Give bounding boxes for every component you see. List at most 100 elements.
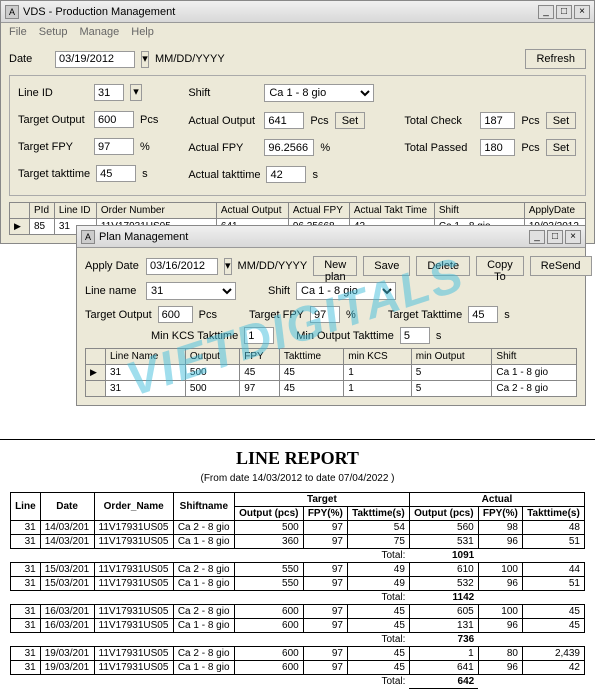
col-afpy[interactable]: Actual FPY xyxy=(288,203,349,219)
unit-s-1: s xyxy=(142,168,148,180)
maximize-button[interactable]: □ xyxy=(556,5,572,19)
actual-takt-input[interactable] xyxy=(266,166,306,183)
plan-target-fpy-label: Target FPY xyxy=(249,309,304,321)
plan-target-output-label: Target Output xyxy=(85,309,152,321)
target-takt-label: Target takttime xyxy=(18,168,90,180)
col-shift[interactable]: Shift xyxy=(434,203,524,219)
col-date[interactable]: ApplyDate xyxy=(524,203,585,219)
menu-help[interactable]: Help xyxy=(131,26,154,38)
resend-button[interactable]: ReSend xyxy=(530,256,592,276)
date-input[interactable] xyxy=(55,51,135,68)
report-section: LINE REPORT (From date 14/03/2012 to dat… xyxy=(0,439,595,693)
total-passed-input[interactable] xyxy=(480,139,515,156)
table-row: 3119/03/20111V17931US05Ca 2 - 8 gio60097… xyxy=(11,647,585,661)
close-button[interactable]: × xyxy=(574,5,590,19)
total-check-input[interactable] xyxy=(480,112,515,129)
date-dropdown-icon[interactable]: ▾ xyxy=(141,51,149,68)
plan-minimize-button[interactable]: _ xyxy=(529,230,545,244)
rcol-order: Order_Name xyxy=(94,493,173,521)
copy-to-button[interactable]: Copy To xyxy=(476,256,524,276)
table-row[interactable]: 31500974515Ca 2 - 8 gio xyxy=(86,381,577,397)
apply-date-input[interactable] xyxy=(146,258,218,275)
delete-button[interactable]: Delete xyxy=(416,256,470,276)
menu-file[interactable]: File xyxy=(9,26,27,38)
pcol-name[interactable]: Line Name xyxy=(106,349,186,365)
table-row: 3114/03/20111V17931US05Ca 2 - 8 gio50097… xyxy=(11,521,585,535)
actual-output-label: Actual Output xyxy=(188,115,258,127)
save-button[interactable]: Save xyxy=(363,256,410,276)
min-kcs-label: Min KCS Takttime xyxy=(151,330,238,342)
plan-grid[interactable]: Line Name Output FPY Takttime min KCS mi… xyxy=(85,348,577,397)
plan-s-label-2: s xyxy=(436,330,442,342)
target-fpy-input[interactable] xyxy=(94,138,134,155)
total-row: Total:736 xyxy=(11,633,585,647)
line-id-dropdown-icon[interactable]: ▾ xyxy=(130,84,142,101)
plan-target-takt-label: Target Takttime xyxy=(388,309,462,321)
report-table: Line Date Order_Name Shiftname Target Ac… xyxy=(10,492,585,689)
plan-window: A Plan Management _ □ × Apply Date ▾ MM/… xyxy=(76,225,586,406)
table-row: 3115/03/20111V17931US05Ca 2 - 8 gio55097… xyxy=(11,563,585,577)
actual-fpy-label: Actual FPY xyxy=(188,142,258,154)
rcol-actual: Actual xyxy=(409,493,584,507)
total-row: Total:1142 xyxy=(11,591,585,605)
line-name-select[interactable]: 31 xyxy=(146,282,236,300)
plan-s-label: s xyxy=(504,309,510,321)
plan-target-output-input[interactable] xyxy=(158,306,193,323)
pcol-out[interactable]: Output xyxy=(185,349,239,365)
col-order[interactable]: Order Number xyxy=(96,203,216,219)
col-lineid[interactable]: Line ID xyxy=(54,203,96,219)
min-out-input[interactable] xyxy=(400,327,430,344)
min-kcs-input[interactable] xyxy=(244,327,274,344)
rcol-target: Target xyxy=(234,493,409,507)
total-check-label: Total Check xyxy=(404,115,474,127)
shift-select[interactable]: Ca 1 - 8 gio xyxy=(264,84,374,102)
total-row: Total:1091 xyxy=(11,549,585,563)
pcol-shift[interactable]: Shift xyxy=(492,349,577,365)
set-passed-button[interactable]: Set xyxy=(546,139,577,156)
plan-maximize-button[interactable]: □ xyxy=(547,230,563,244)
unit-pcs-4: Pcs xyxy=(521,142,539,154)
line-id-label: Line ID xyxy=(18,87,88,99)
actual-output-input[interactable] xyxy=(264,112,304,129)
minimize-button[interactable]: _ xyxy=(538,5,554,19)
new-plan-button[interactable]: New plan xyxy=(313,256,357,276)
target-output-input[interactable] xyxy=(94,111,134,128)
set-output-button[interactable]: Set xyxy=(335,112,366,129)
target-fpy-label: Target FPY xyxy=(18,141,88,153)
unit-pcs-1: Pcs xyxy=(140,114,158,126)
apply-date-dropdown-icon[interactable]: ▾ xyxy=(224,258,232,275)
plan-target-takt-input[interactable] xyxy=(468,306,498,323)
set-check-button[interactable]: Set xyxy=(546,112,577,129)
line-name-label: Line name xyxy=(85,285,140,297)
unit-pcs-2: Pcs xyxy=(310,115,328,127)
target-output-label: Target Output xyxy=(18,114,88,126)
plan-shift-select[interactable]: Ca 1 - 8 gio xyxy=(296,282,396,300)
line-id-input[interactable] xyxy=(94,84,124,101)
target-takt-input[interactable] xyxy=(96,165,136,182)
plan-title: Plan Management xyxy=(99,231,529,243)
unit-s-2: s xyxy=(312,169,318,181)
actual-fpy-input[interactable] xyxy=(264,139,314,156)
main-window: A VDS - Production Management _ □ × File… xyxy=(0,0,595,244)
pcol-fpy[interactable]: FPY xyxy=(240,349,280,365)
unit-pct-2: % xyxy=(320,142,330,154)
report-title: LINE REPORT xyxy=(10,448,585,469)
table-row[interactable]: ▶31500454515Ca 1 - 8 gio xyxy=(86,365,577,381)
menu-setup[interactable]: Setup xyxy=(39,26,68,38)
unit-pct-1: % xyxy=(140,141,150,153)
refresh-button[interactable]: Refresh xyxy=(525,49,586,69)
pcol-takt[interactable]: Takttime xyxy=(279,349,343,365)
menu-manage[interactable]: Manage xyxy=(79,26,119,38)
col-atakt[interactable]: Actual Takt Time xyxy=(349,203,434,219)
table-row: 3115/03/20111V17931US05Ca 1 - 8 gio55097… xyxy=(11,577,585,591)
plan-target-fpy-input[interactable] xyxy=(310,306,340,323)
menu-bar: File Setup Manage Help xyxy=(1,23,594,41)
main-titlebar[interactable]: A VDS - Production Management _ □ × xyxy=(1,1,594,23)
plan-titlebar[interactable]: A Plan Management _ □ × xyxy=(77,226,585,248)
col-aout[interactable]: Actual Output xyxy=(216,203,288,219)
pcol-kcs[interactable]: min KCS xyxy=(344,349,411,365)
plan-close-button[interactable]: × xyxy=(565,230,581,244)
col-pid[interactable]: PId xyxy=(30,203,55,219)
plan-pcs-label: Pcs xyxy=(199,309,217,321)
pcol-minout[interactable]: min Output xyxy=(411,349,492,365)
